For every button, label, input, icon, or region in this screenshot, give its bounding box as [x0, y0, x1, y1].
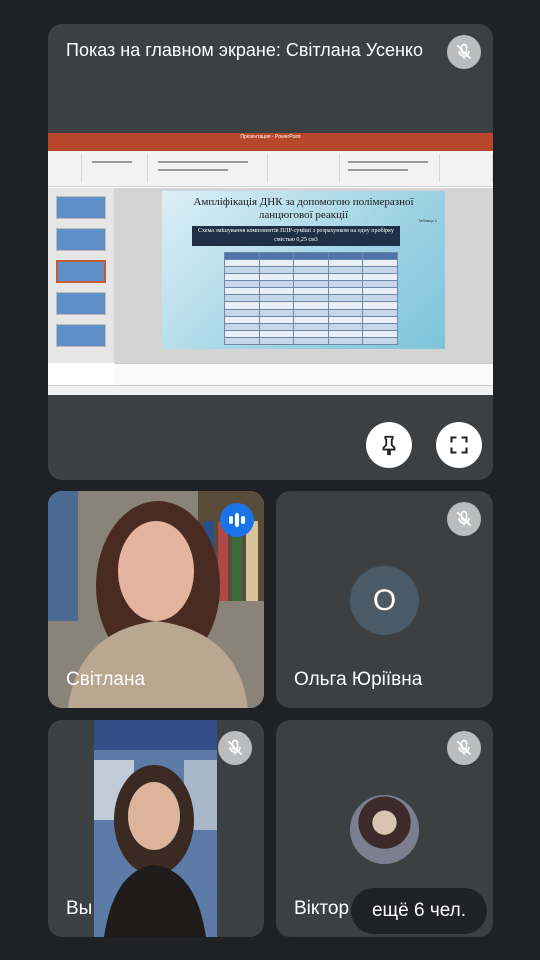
- pin-button[interactable]: [366, 422, 412, 468]
- mic-off-icon: [218, 731, 252, 765]
- mic-off-icon: [447, 35, 481, 69]
- ppt-menu-bar: ФайлГлавнаяВставкаКонструкторПереходыАни…: [48, 142, 493, 156]
- slide-table: [224, 251, 398, 346]
- presentation-title: Показ на главном экране: Світлана Усенко: [66, 40, 423, 60]
- status-bar: [48, 385, 493, 395]
- speaking-indicator-icon: [220, 503, 254, 537]
- ppt-window-title: Презентация - PowerPoint: [48, 133, 493, 142]
- participant-tile-olga[interactable]: О Ольга Юріївна: [276, 491, 493, 708]
- pin-icon: [382, 435, 396, 456]
- participant-name: Ольга Юріївна: [294, 669, 423, 690]
- slide-thumbnails: [48, 188, 114, 363]
- avatar: О: [350, 566, 419, 635]
- table-caption: Таблиця 1: [418, 218, 437, 223]
- ppt-ribbon: [48, 151, 493, 187]
- participant-name: Віктор: [294, 898, 350, 919]
- fullscreen-button[interactable]: [436, 422, 482, 468]
- participant-tile-svitlana[interactable]: Світлана: [48, 491, 264, 708]
- avatar: [350, 795, 419, 864]
- fullscreen-icon: [450, 436, 468, 454]
- notes-pane: [114, 363, 493, 385]
- current-slide: Ампліфікація ДНК за допомогою полімеразн…: [162, 191, 445, 349]
- presentation-tile[interactable]: Показ на главном экране: Світлана Усенко…: [48, 24, 493, 480]
- mic-off-icon: [447, 731, 481, 765]
- slide-stage: Ампліфікація ДНК за допомогою полімеразн…: [114, 188, 493, 363]
- slide-heading: Ампліфікація ДНК за допомогою полімеразн…: [193, 196, 414, 221]
- participant-name: Світлана: [66, 669, 146, 690]
- self-video: [94, 720, 217, 937]
- participant-name: Вы: [66, 898, 93, 919]
- slide-subtitle: Схема змішування компонентів ПЛР-суміші …: [192, 226, 400, 246]
- more-participants-button[interactable]: ещё 6 чел.: [351, 888, 487, 934]
- mic-off-icon: [447, 502, 481, 536]
- shared-screen: Презентация - PowerPoint ФайлГлавнаяВста…: [48, 133, 493, 395]
- participant-tile-self[interactable]: Вы: [48, 720, 264, 937]
